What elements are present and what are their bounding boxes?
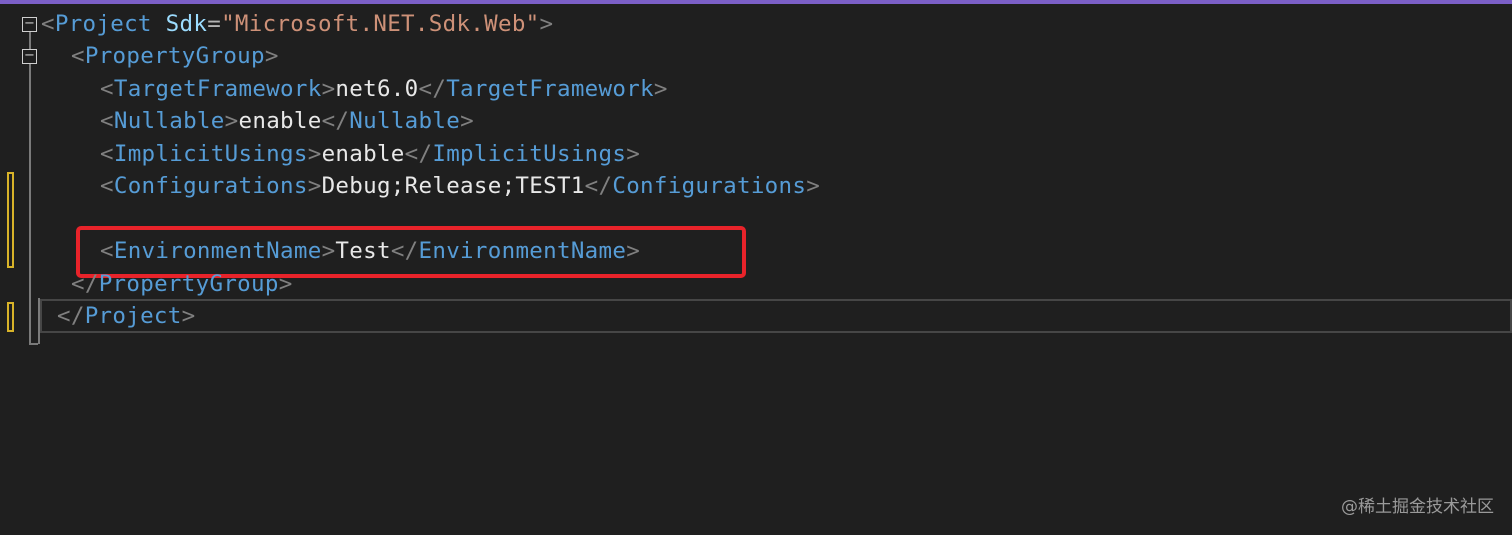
code-line-project-close[interactable]: </Project> <box>57 300 196 332</box>
attribute-name: Sdk <box>165 11 208 37</box>
bracket: > <box>539 11 554 37</box>
tag-name: TargetFramework <box>446 76 654 102</box>
bracket: > <box>264 43 279 69</box>
watermark: @稀土掘金技术社区 <box>1341 497 1494 517</box>
fold-guide <box>29 32 31 49</box>
fold-guide <box>29 343 38 345</box>
bracket: < <box>100 141 114 167</box>
collapse-icon[interactable]: − <box>22 17 37 32</box>
bracket: </ <box>584 173 613 199</box>
code-line-propertygroup-close[interactable]: </PropertyGroup> <box>71 268 293 300</box>
tag-name: ImplicitUsings <box>432 141 627 167</box>
tag-name: Configurations <box>113 173 308 199</box>
equals: = <box>207 11 222 37</box>
code-line-implicitusings[interactable]: <ImplicitUsings>enable</ImplicitUsings> <box>100 138 640 170</box>
element-value: enable <box>321 141 405 167</box>
code-editor[interactable]: − − <Project Sdk="Microsoft.NET.Sdk.Web"… <box>0 8 1512 535</box>
bracket: < <box>41 11 55 37</box>
bracket: > <box>224 108 239 134</box>
window-top-border <box>0 0 1512 4</box>
bracket: > <box>460 108 474 134</box>
tag-name: Nullable <box>349 108 461 134</box>
attribute-value: "Microsoft.NET.Sdk.Web" <box>221 11 540 37</box>
fold-guide <box>29 64 31 344</box>
bracket: </ <box>404 141 433 167</box>
bracket: </ <box>71 271 99 297</box>
bracket: < <box>100 173 114 199</box>
bracket: > <box>321 76 336 102</box>
bracket: > <box>278 271 293 297</box>
change-marker <box>7 172 14 268</box>
tag-name: PropertyGroup <box>84 43 265 69</box>
bracket: < <box>100 76 114 102</box>
collapse-icon[interactable]: − <box>22 49 37 64</box>
tag-name: Configurations <box>612 173 807 199</box>
code-line-configurations[interactable]: <Configurations>Debug;Release;TEST1</Con… <box>100 170 820 202</box>
element-value: Debug;Release;TEST1 <box>321 173 585 199</box>
code-line-targetframework[interactable]: <TargetFramework>net6.0</TargetFramework… <box>100 73 668 105</box>
bracket: > <box>307 173 322 199</box>
bracket: </ <box>418 76 447 102</box>
current-line-highlight <box>40 299 1512 333</box>
bracket: > <box>626 141 641 167</box>
bracket: </ <box>321 108 350 134</box>
code-line-project-open[interactable]: <Project Sdk="Microsoft.NET.Sdk.Web"> <box>41 8 553 40</box>
bracket: > <box>307 141 322 167</box>
tag-name: Project <box>84 303 182 329</box>
tag-name: ImplicitUsings <box>113 141 308 167</box>
change-marker <box>7 302 14 332</box>
bracket: > <box>653 76 668 102</box>
bracket: </ <box>57 303 85 329</box>
code-line-nullable[interactable]: <Nullable>enable</Nullable> <box>100 105 474 137</box>
code-line-propertygroup-open[interactable]: <PropertyGroup> <box>71 40 279 72</box>
tag-name: Project <box>54 11 152 37</box>
tag-name: TargetFramework <box>113 76 322 102</box>
bracket: < <box>71 43 85 69</box>
element-value: net6.0 <box>335 76 419 102</box>
bracket: > <box>181 303 196 329</box>
tag-name: PropertyGroup <box>98 271 279 297</box>
element-value: enable <box>238 108 322 134</box>
bracket: > <box>806 173 821 199</box>
bracket: < <box>100 108 114 134</box>
tag-name: Nullable <box>113 108 225 134</box>
